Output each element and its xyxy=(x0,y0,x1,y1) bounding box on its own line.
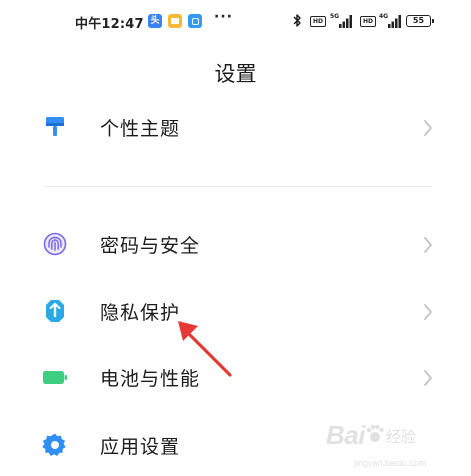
more-notifications-icon: ··· xyxy=(214,9,233,25)
fingerprint-icon xyxy=(43,232,67,256)
status-time: 中午12:47 xyxy=(75,17,144,32)
gear-icon xyxy=(42,433,66,456)
chevron-right-icon xyxy=(424,370,432,386)
signal-strength-icon xyxy=(339,15,352,28)
chevron-right-icon xyxy=(424,120,432,136)
annotation-arrow-icon xyxy=(178,321,232,377)
watermark-brand-sub: 经验 xyxy=(386,428,417,446)
note-notification-icon xyxy=(188,14,202,28)
baidu-jingyan-watermark: Bai 经验 jingyan.baidu.com xyxy=(318,416,468,474)
bluetooth-icon xyxy=(293,14,301,27)
signal-strength-icon-2 xyxy=(388,15,401,28)
settings-item-theme[interactable]: 个性主题 xyxy=(0,100,471,156)
paint-brush-icon xyxy=(46,117,64,136)
status-bar: 中午12:47 头 ··· HD 5G HD 4G 55 xyxy=(0,0,471,44)
hd-voice-badge: HD xyxy=(310,16,327,27)
settings-item-password-security[interactable]: 密码与安全 xyxy=(0,217,471,273)
privacy-shield-icon xyxy=(46,300,64,322)
settings-item-label: 个性主题 xyxy=(100,118,181,140)
watermark-brand: Bai xyxy=(326,420,365,450)
hd-voice-badge-2: HD xyxy=(360,16,377,27)
battery-icon xyxy=(43,371,67,384)
chevron-right-icon xyxy=(424,304,432,320)
settings-item-label: 密码与安全 xyxy=(100,235,201,257)
watermark-url: jingyan.baidu.com xyxy=(354,458,427,468)
system-icons: HD 5G HD 4G 55 xyxy=(292,13,462,29)
settings-item-label: 应用设置 xyxy=(100,436,181,458)
baidu-paw-icon xyxy=(366,424,384,442)
settings-item-label: 隐私保护 xyxy=(100,302,181,324)
page-title: 设置 xyxy=(214,62,257,86)
chevron-right-icon xyxy=(424,237,432,253)
battery-indicator: 55 xyxy=(406,15,434,27)
section-divider xyxy=(44,186,432,187)
toutiao-notification-icon: 头 xyxy=(148,14,162,28)
file-notification-icon xyxy=(168,14,182,28)
